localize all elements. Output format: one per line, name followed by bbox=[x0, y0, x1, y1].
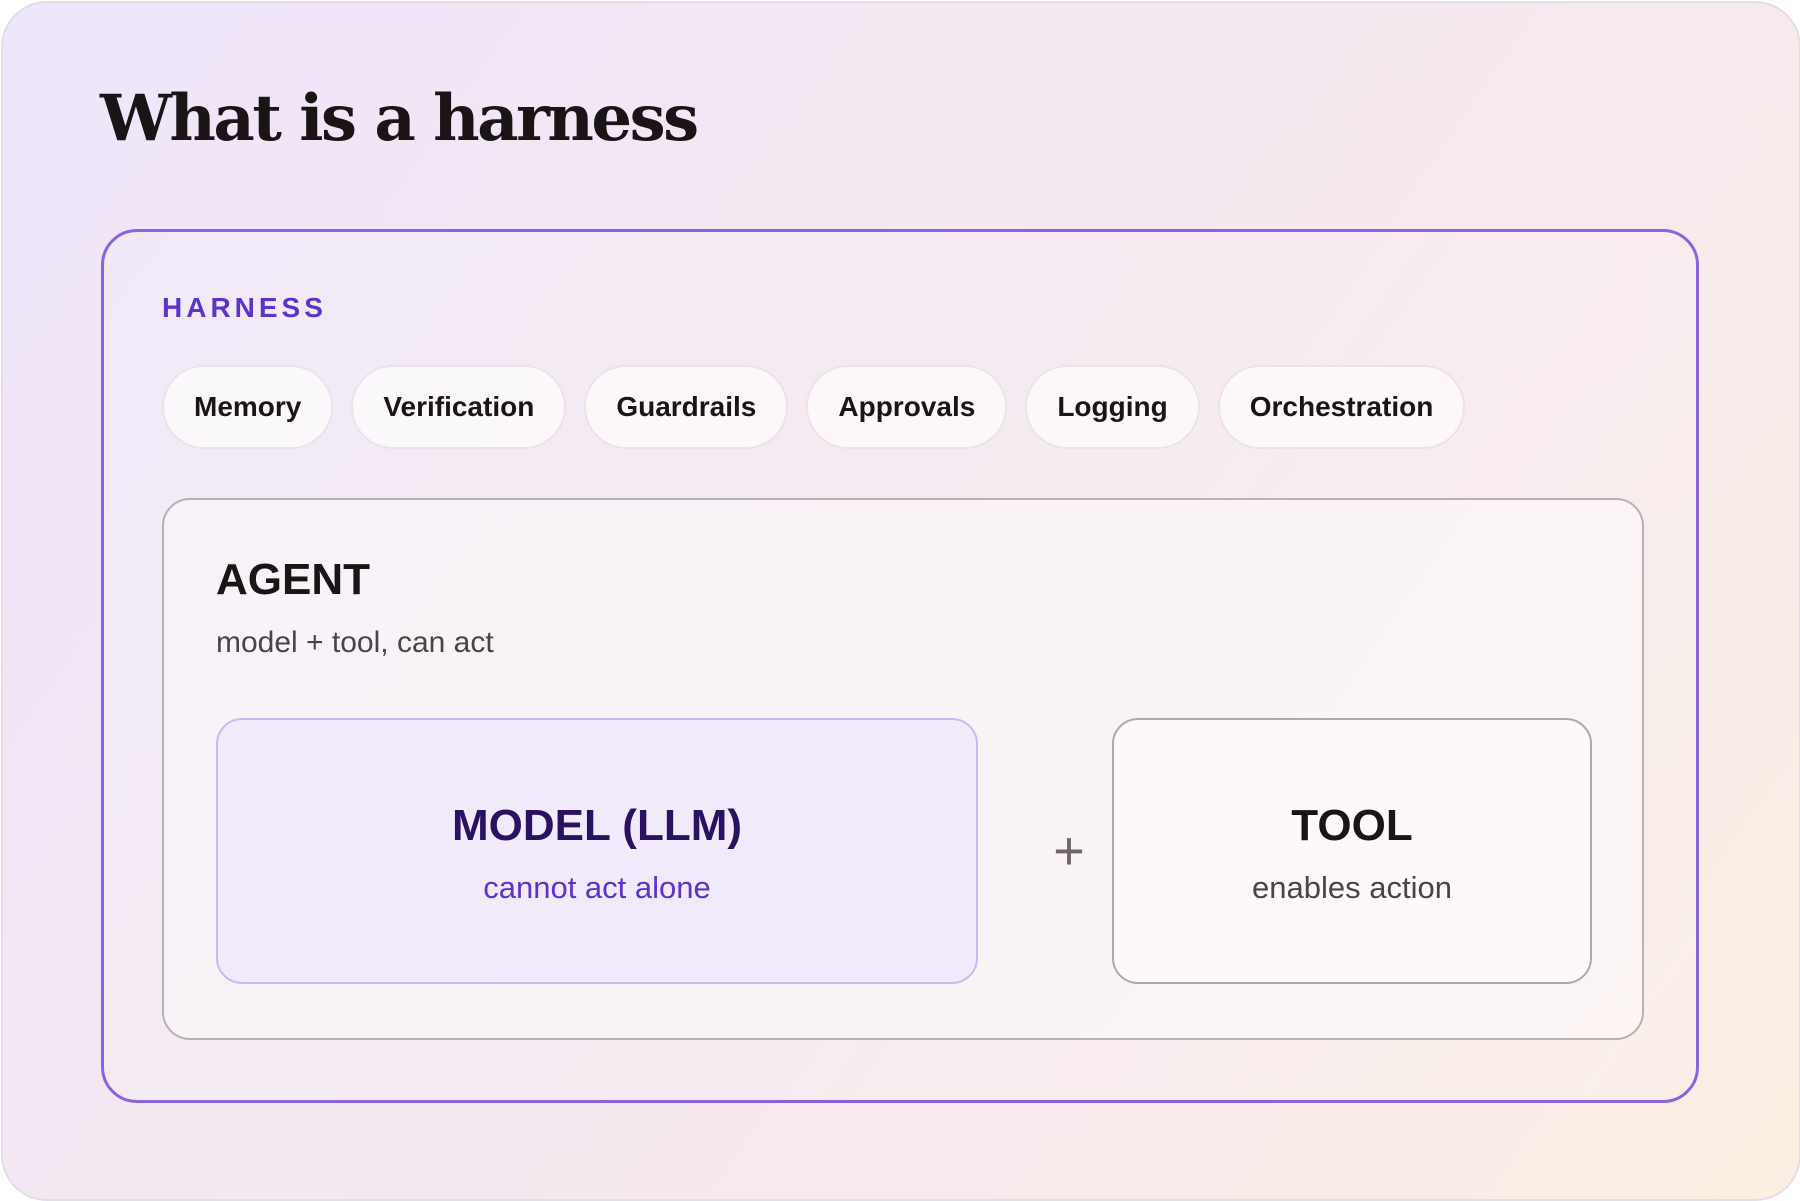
slide-card: What is a harness HARNESS Memory Verific… bbox=[1, 1, 1800, 1201]
chip-memory: Memory bbox=[162, 365, 334, 449]
tool-subtitle: enables action bbox=[1252, 869, 1452, 905]
tool-title: TOOL bbox=[1291, 800, 1413, 850]
model-box: MODEL (LLM) cannot act alone bbox=[216, 718, 978, 984]
model-subtitle: cannot act alone bbox=[483, 869, 711, 905]
agent-subtitle: model + tool, can act bbox=[216, 626, 494, 659]
harness-chips: Memory Verification Guardrails Approvals… bbox=[162, 365, 1466, 449]
harness-label: HARNESS bbox=[162, 292, 327, 323]
chip-verification: Verification bbox=[351, 365, 567, 449]
model-title: MODEL (LLM) bbox=[451, 800, 743, 850]
chip-orchestration: Orchestration bbox=[1217, 365, 1466, 449]
tool-box: TOOL enables action bbox=[1112, 718, 1592, 984]
harness-container: HARNESS Memory Verification Guardrails A… bbox=[101, 229, 1699, 1103]
page-title: What is a harness bbox=[100, 81, 699, 156]
chip-logging: Logging bbox=[1025, 365, 1200, 449]
chip-guardrails: Guardrails bbox=[584, 365, 789, 449]
agent-title: AGENT bbox=[216, 555, 370, 604]
chip-approvals: Approvals bbox=[806, 365, 1008, 449]
agent-container: AGENT model + tool, can act MODEL (LLM) … bbox=[162, 498, 1644, 1040]
